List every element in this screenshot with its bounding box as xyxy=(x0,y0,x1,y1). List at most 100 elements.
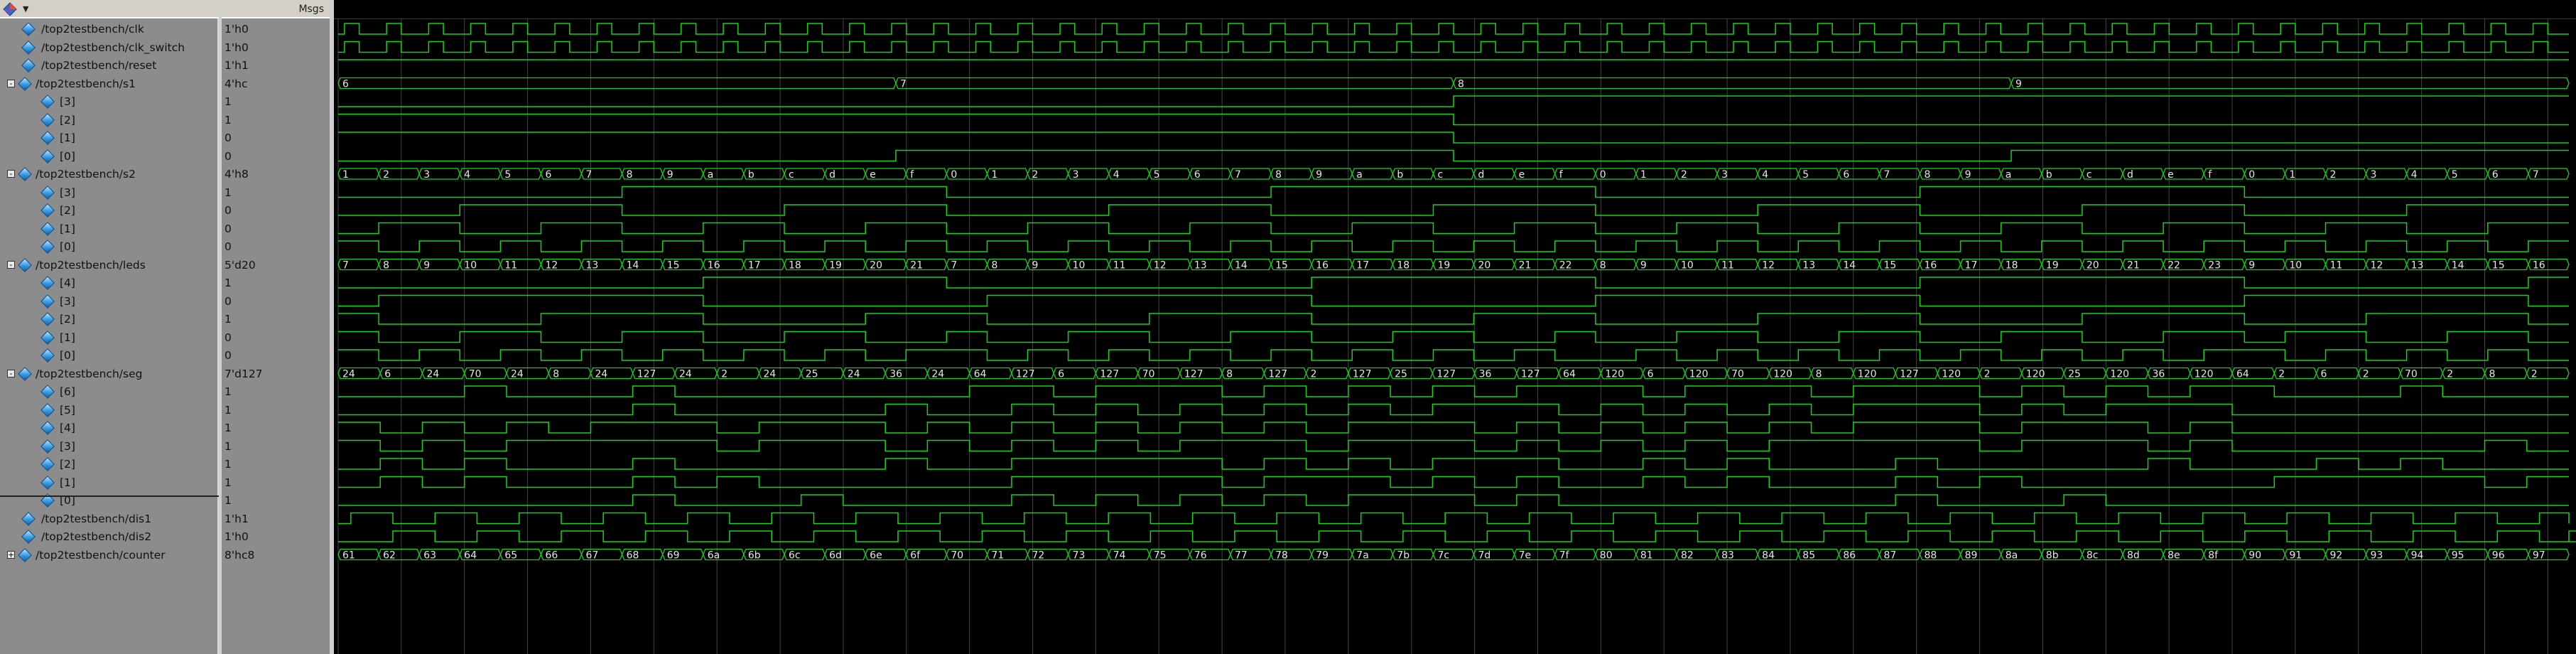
wave-toolbar-icon[interactable] xyxy=(3,2,17,16)
bus-segment[interactable] xyxy=(1453,77,2012,90)
clock-waveform[interactable] xyxy=(338,512,2570,525)
signal-row[interactable]: [5] xyxy=(0,402,219,419)
bus-value-label: 5 xyxy=(1154,169,1160,181)
signal-row[interactable]: /top2testbench/reset xyxy=(0,57,219,75)
signal-diamond-icon xyxy=(18,76,32,91)
bus-value-label: 8a xyxy=(2006,550,2018,562)
bit-waveform[interactable] xyxy=(338,313,2569,325)
signal-value: 0 xyxy=(224,222,232,235)
signal-row[interactable]: - /top2testbench/s2 xyxy=(0,166,219,183)
signal-row[interactable]: + /top2testbench/counter xyxy=(0,547,219,564)
collapse-icon[interactable]: - xyxy=(7,79,15,87)
signal-row[interactable]: [4] xyxy=(0,419,219,437)
clock-waveform[interactable] xyxy=(338,23,2569,35)
bus-value-label: 36 xyxy=(1479,369,1492,380)
bus-value-label: 8 xyxy=(383,260,389,272)
bus-value-label: 68 xyxy=(627,550,639,562)
bit-waveform[interactable] xyxy=(338,204,2569,216)
signal-row[interactable]: /top2testbench/dis2 xyxy=(0,528,219,546)
signal-diamond-icon xyxy=(40,421,55,435)
chevron-down-icon[interactable]: ▼ xyxy=(23,4,28,14)
bus-value-label: 2 xyxy=(383,169,389,181)
bus-value-label: 71 xyxy=(992,550,1005,562)
bus-segment[interactable] xyxy=(895,77,1454,90)
bus-value-label: 11 xyxy=(2330,260,2343,272)
bit-waveform[interactable] xyxy=(338,222,2569,235)
signal-row[interactable]: - /top2testbench/seg xyxy=(0,365,219,383)
signal-row[interactable]: [1] xyxy=(0,474,219,492)
clock-waveform[interactable] xyxy=(338,41,2569,53)
bus-value-label: 6 xyxy=(546,169,552,181)
bit-waveform[interactable] xyxy=(338,403,2569,416)
bit-waveform[interactable] xyxy=(338,277,2569,289)
signal-row[interactable]: [1] xyxy=(0,329,219,347)
signal-diamond-icon xyxy=(40,385,55,399)
signal-name: [1] xyxy=(60,476,75,489)
clock-waveform[interactable] xyxy=(338,530,2576,542)
collapse-icon[interactable]: - xyxy=(7,260,15,269)
signal-row[interactable]: [0] xyxy=(0,148,219,166)
signal-row[interactable]: /top2testbench/dis1 xyxy=(0,510,219,528)
bit-waveform[interactable] xyxy=(338,95,2569,107)
bus-value-label: 6 xyxy=(1058,369,1064,380)
signal-row[interactable]: [0] xyxy=(0,238,219,256)
bit-waveform[interactable] xyxy=(338,294,2569,307)
signal-row[interactable]: - /top2testbench/s1 xyxy=(0,75,219,93)
signal-name: /top2testbench/leds xyxy=(36,258,146,272)
bus-value-label: c xyxy=(1438,169,1444,181)
bus-value-label: 83 xyxy=(1721,550,1734,562)
signal-row[interactable]: [6] xyxy=(0,383,219,401)
bit-waveform[interactable] xyxy=(338,331,2569,343)
signal-row[interactable]: [3] xyxy=(0,438,219,456)
bit-waveform[interactable] xyxy=(338,186,2569,198)
bit-waveform[interactable] xyxy=(338,422,2569,434)
bit-waveform[interactable] xyxy=(338,349,2569,361)
signal-row[interactable]: [4] xyxy=(0,274,219,292)
bit-waveform[interactable] xyxy=(338,113,2569,126)
bit-waveform[interactable] xyxy=(338,476,2569,488)
bit-waveform[interactable] xyxy=(338,439,2569,452)
signal-row[interactable]: [2] xyxy=(0,112,219,129)
signal-row[interactable]: - /top2testbench/leds xyxy=(0,257,219,274)
signal-row[interactable]: [2] xyxy=(0,456,219,473)
signal-value: 1 xyxy=(224,277,232,289)
signal-row[interactable]: [1] xyxy=(0,220,219,238)
collapse-icon[interactable]: - xyxy=(7,170,15,178)
expand-icon[interactable]: + xyxy=(7,550,15,559)
signal-row[interactable]: [2] xyxy=(0,311,219,328)
collapse-icon[interactable]: - xyxy=(7,369,15,377)
signal-row[interactable]: [2] xyxy=(0,202,219,220)
bus-value-label: 69 xyxy=(667,550,680,562)
bus-segment[interactable] xyxy=(337,77,897,90)
signal-value: 0 xyxy=(224,204,232,217)
bus-value-label: 19 xyxy=(829,260,842,272)
signal-row[interactable]: [1] xyxy=(0,129,219,147)
signal-row[interactable]: /top2testbench/clk xyxy=(0,21,219,38)
bus-value-label: a xyxy=(708,169,714,181)
signal-row[interactable]: [3] xyxy=(0,293,219,311)
bus-value-label: 5 xyxy=(504,169,511,181)
bit-waveform[interactable] xyxy=(338,458,2569,470)
signal-name: [3] xyxy=(60,294,75,308)
signal-value: 0 xyxy=(224,149,232,163)
signal-value: 0 xyxy=(224,294,232,308)
signal-row[interactable]: [0] xyxy=(0,492,219,510)
bus-segment[interactable] xyxy=(2011,77,2570,90)
bit-waveform[interactable] xyxy=(338,494,2569,506)
bit-waveform[interactable] xyxy=(338,132,2569,144)
signal-diamond-icon xyxy=(21,511,36,526)
name-column-header[interactable]: ▼ xyxy=(0,0,219,18)
signal-row[interactable]: /top2testbench/clk_switch xyxy=(0,39,219,57)
signal-row[interactable]: [3] xyxy=(0,93,219,111)
bus-value-label: 1 xyxy=(1640,169,1647,181)
signal-row[interactable]: [0] xyxy=(0,347,219,365)
bit-waveform[interactable] xyxy=(338,240,2569,252)
bus-value-label: 120 xyxy=(2026,369,2045,380)
bus-value-label: a xyxy=(1356,169,1363,181)
signal-row[interactable]: [3] xyxy=(0,184,219,202)
waveform-canvas[interactable]: 6 7 8 91 2 3 4 5 6 7 8 9 a b c d e f 0 1 2 3 4 5 6 7 8 9 a b c d e f 0 1 2 3 4… xyxy=(334,18,2576,654)
bit-waveform[interactable] xyxy=(338,385,2569,397)
msgs-column-header[interactable]: Msgs xyxy=(222,0,330,18)
bit-waveform[interactable] xyxy=(338,149,2569,162)
bus-value-label: 11 xyxy=(504,260,517,272)
